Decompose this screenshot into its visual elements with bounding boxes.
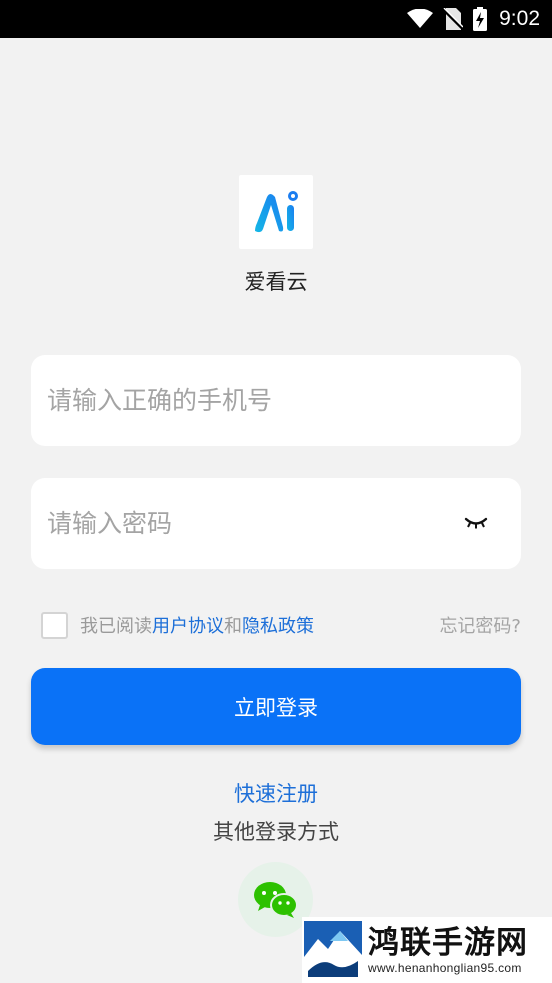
password-field-container [31, 478, 521, 569]
battery-charging-icon [473, 7, 488, 31]
wifi-icon [407, 9, 434, 28]
watermark-url: www.henanhonglian95.com [368, 961, 522, 975]
forgot-password-link[interactable]: 忘记密码? [439, 612, 521, 638]
status-bar: 9:02 [0, 0, 552, 38]
watermark-logo-icon [304, 921, 362, 979]
password-input[interactable] [47, 509, 447, 538]
ai-logo-icon [255, 191, 298, 233]
status-time: 9:02 [499, 7, 540, 30]
login-button[interactable]: 立即登录 [31, 668, 521, 745]
agreement-conjunction: 和 [224, 616, 242, 637]
agreement-prefix: 我已阅读 [80, 616, 152, 637]
phone-field-container [31, 355, 521, 446]
eye-closed-icon[interactable] [463, 512, 489, 534]
quick-register-link[interactable]: 快速注册 [0, 778, 552, 808]
phone-input[interactable] [47, 386, 447, 415]
watermark-title: 鸿联手游网 [368, 925, 528, 961]
watermark: 鸿联手游网 www.henanhonglian95.com [302, 917, 552, 983]
app-name: 爱看云 [244, 270, 308, 294]
other-login-title: 其他登录方式 [213, 820, 339, 844]
agreement-row: 我已阅读 用户协议 和 隐私政策 忘记密码? [41, 610, 521, 640]
user-agreement-link[interactable]: 用户协议 [152, 612, 224, 638]
no-sim-icon [443, 8, 464, 30]
app-logo [239, 175, 313, 249]
wechat-icon [253, 881, 298, 918]
agreement-checkbox[interactable] [41, 611, 68, 639]
privacy-policy-link[interactable]: 隐私政策 [242, 612, 314, 638]
